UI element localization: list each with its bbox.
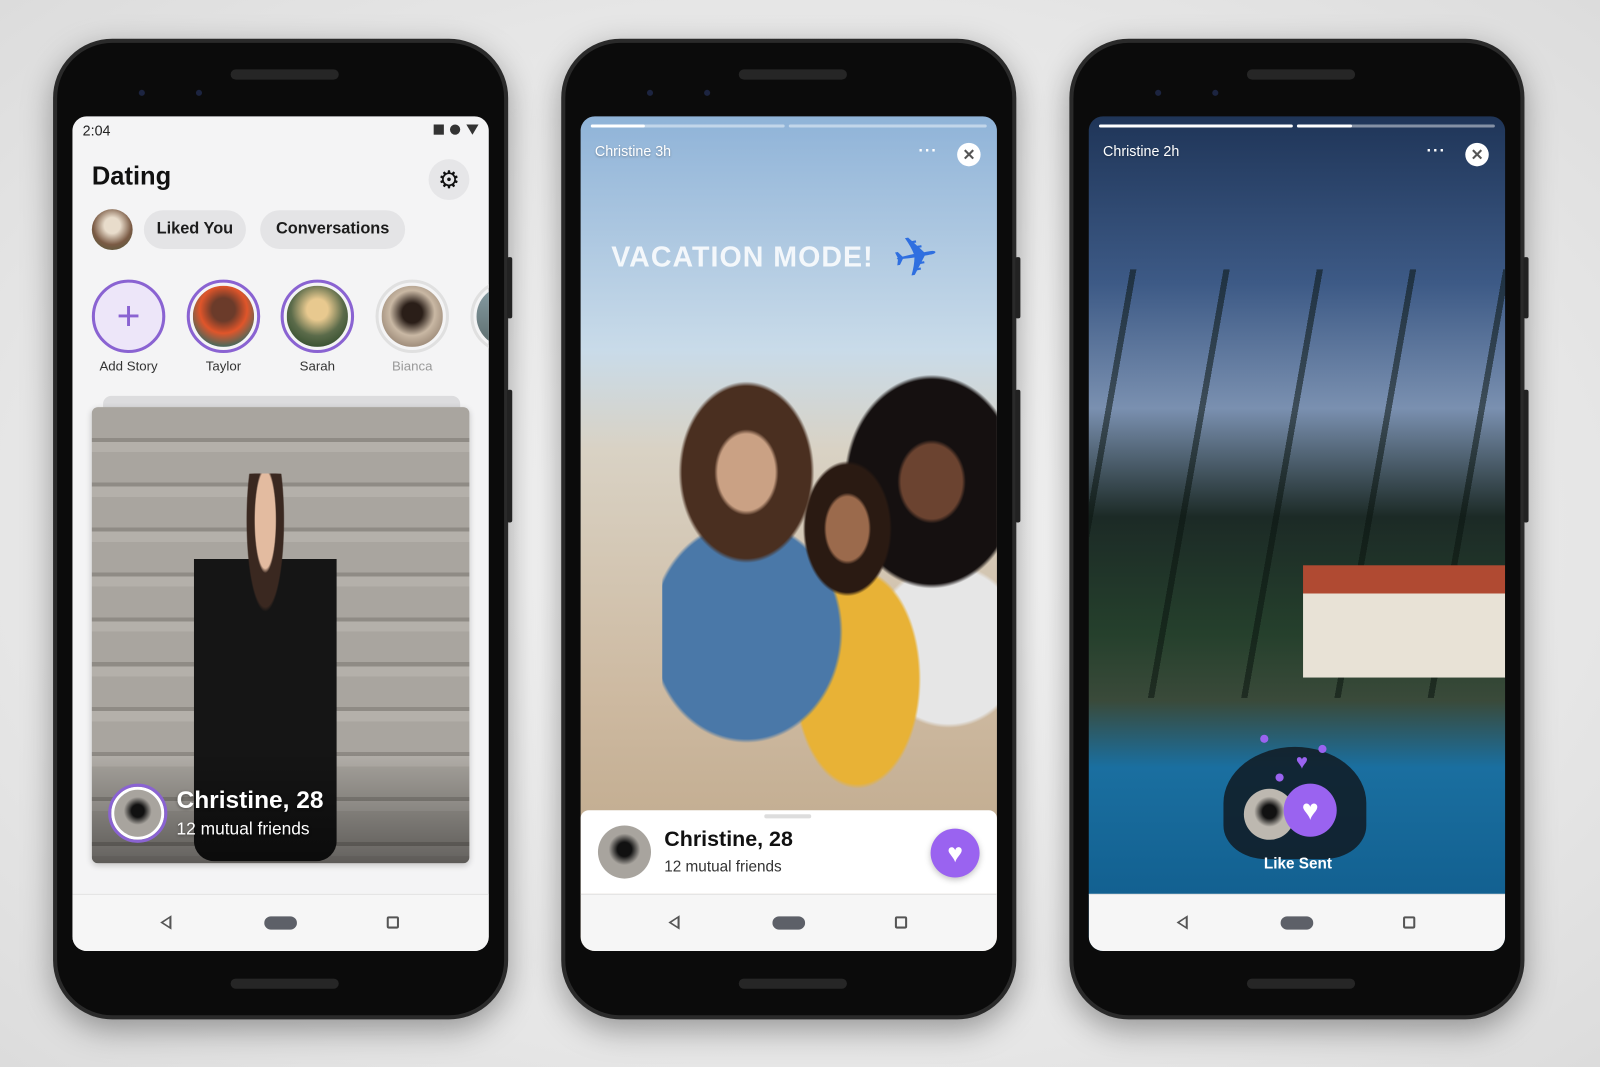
plus-icon: + <box>116 293 141 339</box>
speaker <box>1246 978 1356 989</box>
nav-bar <box>1088 893 1506 952</box>
story-progress <box>1098 124 1293 128</box>
card-name: Christine, 28 <box>176 786 324 815</box>
profile-card[interactable]: Christine, 28 12 mutual friends <box>91 407 470 864</box>
story-sp[interactable] <box>470 279 489 354</box>
confetti-dot <box>1275 773 1284 782</box>
home-icon[interactable] <box>772 916 806 930</box>
story-progress <box>590 124 785 128</box>
square-icon <box>433 124 444 135</box>
story-taylor[interactable] <box>186 279 261 354</box>
story-bianca[interactable] <box>375 279 449 354</box>
story-header: Christine 2h <box>1103 142 1180 160</box>
like-status: Like Sent <box>1263 855 1332 873</box>
screen: Christine 3h ··· ✕ VACATION MODE! ✈ Chri… <box>580 116 997 952</box>
volume-button <box>1523 389 1529 523</box>
card-avatar <box>108 783 168 843</box>
add-story-button[interactable]: + <box>91 279 166 354</box>
chip-conversations[interactable]: Conversations <box>260 210 406 249</box>
recents-icon[interactable] <box>386 916 399 929</box>
phone-story-view: Christine 3h ··· ✕ VACATION MODE! ✈ Chri… <box>561 38 1021 1020</box>
screen: Christine 2h ··· ✕ ♥ ♥ Like Sent <box>1088 116 1506 952</box>
resort-building <box>1303 565 1506 678</box>
story-header: Christine 3h <box>594 142 672 160</box>
circle-icon <box>449 124 461 135</box>
power-button <box>507 257 513 319</box>
story-label: Add Story <box>99 358 158 374</box>
like-button[interactable]: ♥ <box>930 828 980 878</box>
camera <box>1212 89 1219 96</box>
heart-icon: ♥ <box>1295 751 1309 774</box>
phone-dating-home: 2:04 Dating ⚙ Liked You Conversations + … <box>53 38 513 1020</box>
triangle-icon <box>466 124 479 135</box>
story-label: Sarah <box>299 358 336 374</box>
speaker <box>738 978 847 989</box>
volume-button <box>1015 389 1021 523</box>
camera <box>1155 89 1162 96</box>
drag-handle[interactable] <box>764 814 812 819</box>
status-time: 2:04 <box>82 122 111 139</box>
camera <box>704 89 711 96</box>
home-icon[interactable] <box>264 916 297 930</box>
settings-button[interactable]: ⚙ <box>428 159 470 200</box>
profile-name: Christine, 28 <box>664 827 793 852</box>
nav-bar <box>580 893 997 952</box>
story-label: Taylor <box>205 358 242 374</box>
speaker <box>738 69 847 80</box>
camera <box>646 89 654 96</box>
profile-avatar <box>597 825 652 879</box>
close-icon: ✕ <box>1470 146 1484 164</box>
status-icons <box>433 124 479 135</box>
power-button <box>1523 257 1529 319</box>
close-button[interactable]: ✕ <box>957 142 981 167</box>
close-button[interactable]: ✕ <box>1465 142 1489 167</box>
heart-icon: ♥ <box>947 837 963 868</box>
airplane-icon: ✈ <box>887 222 945 292</box>
page-title: Dating <box>91 162 172 191</box>
screen: 2:04 Dating ⚙ Liked You Conversations + … <box>72 116 489 952</box>
ellipsis-icon[interactable]: ··· <box>1427 143 1446 161</box>
speaker <box>230 69 339 80</box>
close-icon: ✕ <box>962 146 976 164</box>
nav-bar <box>72 893 489 952</box>
home-icon[interactable] <box>1280 916 1314 930</box>
camera <box>138 89 145 96</box>
speaker <box>230 978 339 989</box>
story-progress <box>1296 124 1495 128</box>
back-icon[interactable] <box>1176 915 1188 930</box>
chip-liked-you[interactable]: Liked You <box>143 210 246 249</box>
confetti-dot <box>1260 734 1269 743</box>
story-label: Bianca <box>391 358 433 374</box>
gear-icon: ⚙ <box>437 165 460 194</box>
like-sent-badge: ♥ <box>1283 783 1337 837</box>
profile-panel[interactable]: Christine, 28 12 mutual friends ♥ <box>580 810 997 894</box>
speaker <box>1246 69 1356 80</box>
back-icon[interactable] <box>668 915 680 930</box>
power-button <box>1015 257 1021 319</box>
heart-icon: ♥ <box>1301 793 1319 826</box>
story-sarah[interactable] <box>280 279 355 354</box>
confetti-dot <box>1318 744 1327 754</box>
recents-icon[interactable] <box>1403 916 1416 929</box>
ellipsis-icon[interactable]: ··· <box>918 143 937 161</box>
profile-mutual-friends: 12 mutual friends <box>664 858 782 876</box>
camera <box>195 89 203 96</box>
profile-avatar[interactable] <box>91 209 133 250</box>
story-progress <box>788 124 987 128</box>
volume-button <box>507 389 513 523</box>
back-icon[interactable] <box>160 915 172 930</box>
sticker-text: VACATION MODE! <box>611 240 874 273</box>
story-photo <box>662 340 997 811</box>
recents-icon[interactable] <box>894 916 908 929</box>
story-label: Sp <box>461 358 489 373</box>
card-mutual-friends: 12 mutual friends <box>176 819 310 839</box>
phone-like-sent: Christine 2h ··· ✕ ♥ ♥ Like Sent <box>1069 38 1529 1020</box>
